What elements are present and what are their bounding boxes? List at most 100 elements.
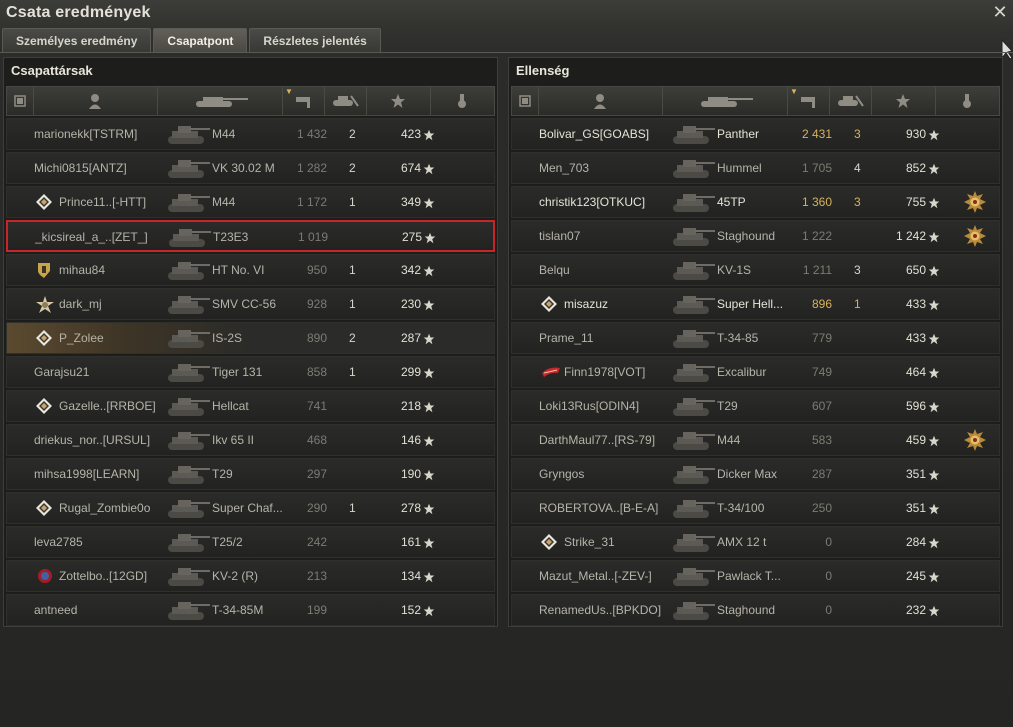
star-icon bbox=[928, 298, 940, 311]
battle-results-window: Csata eredmények ✕ Személyes eredmény Cs… bbox=[0, 0, 1013, 727]
player-row[interactable]: marionekk[TSTRM] M44 1 432 2 423 bbox=[6, 118, 495, 150]
allies-title: Csapattársak bbox=[11, 63, 93, 78]
tank-image-icon bbox=[164, 291, 212, 317]
damage-value: 146 bbox=[400, 433, 421, 447]
player-name: Michi0815[ANTZ] bbox=[34, 161, 127, 175]
xp-value: 0 bbox=[825, 603, 832, 617]
tank-image-icon bbox=[669, 597, 717, 623]
tank-image-icon bbox=[669, 563, 717, 589]
kills-value: 1 bbox=[854, 297, 861, 311]
player-row[interactable]: leva2785 T25/2 242 161 bbox=[6, 526, 495, 558]
damage-value: 230 bbox=[400, 297, 421, 311]
medal-icon[interactable] bbox=[964, 429, 986, 451]
player-name: marionekk[TSTRM] bbox=[34, 127, 138, 141]
player-name: Gryngos bbox=[539, 467, 585, 481]
player-row[interactable]: Michi0815[ANTZ] VK 30.02 M1 282 2 674 bbox=[6, 152, 495, 184]
star-icon bbox=[928, 536, 940, 549]
damage-value: 674 bbox=[400, 161, 421, 175]
kills-value bbox=[349, 595, 369, 625]
player-row[interactable]: driekus_nor..[URSUL] Ikv 65 II 468 146 bbox=[6, 424, 495, 456]
player-name: DarthMaul77..[RS-79] bbox=[539, 433, 656, 447]
xp-value: 1 282 bbox=[296, 161, 327, 175]
player-row[interactable]: Loki13Rus[ODIN4] T29 607 596 bbox=[511, 390, 1000, 422]
xp-value: 2 431 bbox=[801, 127, 832, 141]
player-name: Prame_11 bbox=[539, 331, 594, 345]
header-player-icon[interactable] bbox=[538, 87, 663, 115]
header-medal-icon[interactable] bbox=[430, 87, 495, 115]
header-damage-icon[interactable] bbox=[871, 87, 936, 115]
xp-value: 1 211 bbox=[802, 263, 832, 277]
header-player-icon[interactable] bbox=[33, 87, 158, 115]
kills-value bbox=[854, 493, 874, 523]
player-row[interactable]: Rugal_Zombie0o Super Chaf... 290 1 278 bbox=[6, 492, 495, 524]
tank-image-icon bbox=[164, 563, 212, 589]
star-icon bbox=[423, 196, 435, 209]
damage-value: 134 bbox=[400, 569, 421, 583]
player-row[interactable]: Gazelle..[RRBOE] Hellcat 741 218 bbox=[6, 390, 495, 422]
header-squad-icon[interactable] bbox=[512, 87, 539, 115]
xp-value: 290 bbox=[306, 501, 327, 515]
player-row[interactable]: mihau84 HT No. VI 950 1 342 bbox=[6, 254, 495, 286]
damage-value: 349 bbox=[400, 195, 421, 209]
player-row[interactable]: dark_mj SMV CC-56 928 1 230 bbox=[6, 288, 495, 320]
star-icon bbox=[424, 231, 436, 244]
sort-arrow-icon: ▼ bbox=[285, 87, 293, 96]
close-icon[interactable]: ✕ bbox=[991, 2, 1009, 22]
damage-value: 650 bbox=[905, 263, 926, 277]
player-row[interactable]: Finn1978[VOT] Excalibur 749 464 bbox=[511, 356, 1000, 388]
player-row[interactable]: _kicsireal_a_..[ZET_] T23E3 1 019 275 bbox=[6, 220, 495, 252]
medal-icon[interactable] bbox=[964, 225, 986, 247]
kills-value bbox=[854, 595, 874, 625]
header-xp-icon[interactable]: ▼ bbox=[282, 87, 325, 115]
player-row[interactable]: Belqu KV-1S 1 211 3 650 bbox=[511, 254, 1000, 286]
player-row[interactable]: Prince11..[-HTT] M44 1 172 1 349 bbox=[6, 186, 495, 218]
player-row[interactable]: Mazut_Metal..[-ZEV-] Pawlack T... 0 245 bbox=[511, 560, 1000, 592]
player-row[interactable]: Gryngos Dicker Max 287 351 bbox=[511, 458, 1000, 490]
damage-value: 351 bbox=[905, 467, 926, 481]
tank-image-icon bbox=[669, 121, 717, 147]
player-row[interactable]: misazuz Super Hell... 896 1 433 bbox=[511, 288, 1000, 320]
kills-value: 3 bbox=[854, 195, 861, 209]
shield-badge-icon bbox=[36, 262, 52, 278]
tab-detailed-report[interactable]: Részletes jelentés bbox=[249, 28, 381, 52]
kills-value bbox=[349, 561, 369, 591]
player-row[interactable]: DarthMaul77..[RS-79] M44 583 459 bbox=[511, 424, 1000, 456]
player-row[interactable]: RenamedUs..[BPKDO] Staghound 0 232 bbox=[511, 594, 1000, 626]
player-row[interactable]: Men_703 Hummel 1 705 4 852 bbox=[511, 152, 1000, 184]
damage-value: 433 bbox=[905, 331, 926, 345]
player-row[interactable]: tislan07 Staghound 1 222 1 242 bbox=[511, 220, 1000, 252]
header-kills-icon[interactable] bbox=[324, 87, 367, 115]
tank-image-icon bbox=[669, 359, 717, 385]
player-row[interactable]: antneed T-34-85M 199 152 bbox=[6, 594, 495, 626]
header-xp-icon[interactable]: ▼ bbox=[787, 87, 830, 115]
star-icon bbox=[423, 570, 435, 583]
header-tank-icon[interactable] bbox=[157, 87, 283, 115]
tab-personal-results[interactable]: Személyes eredmény bbox=[2, 28, 152, 52]
player-row[interactable]: Strike_31 AMX 12 t 0 284 bbox=[511, 526, 1000, 558]
header-kills-icon[interactable] bbox=[829, 87, 872, 115]
damage-value: 284 bbox=[905, 535, 926, 549]
kills-value bbox=[854, 323, 874, 353]
header-medal-icon[interactable] bbox=[935, 87, 1000, 115]
tank-image-icon bbox=[164, 529, 212, 555]
player-row[interactable]: Zottelbo..[12GD] KV-2 (R) 213 134 bbox=[6, 560, 495, 592]
header-tank-icon[interactable] bbox=[662, 87, 788, 115]
medal-icon[interactable] bbox=[964, 191, 986, 213]
tank-image-icon bbox=[164, 121, 212, 147]
tank-image-icon bbox=[164, 427, 212, 453]
header-squad-icon[interactable] bbox=[7, 87, 34, 115]
tank-image-icon bbox=[164, 257, 212, 283]
enemies-panel: Ellenség ▼ Bolivar_GS[GOABS] Panther 2 431… bbox=[508, 57, 1003, 627]
player-row[interactable]: Garajsu21 Tiger 131 858 1 299 bbox=[6, 356, 495, 388]
player-row[interactable]: Bolivar_GS[GOABS] Panther 2 431 3 930 bbox=[511, 118, 1000, 150]
header-damage-icon[interactable] bbox=[366, 87, 431, 115]
player-row[interactable]: christik123[OTKUC] 45TP 1 360 3 755 bbox=[511, 186, 1000, 218]
player-row[interactable]: mihsa1998[LEARN] T29 297 190 bbox=[6, 458, 495, 490]
xp-value: 607 bbox=[811, 399, 832, 413]
tab-team-score[interactable]: Csapatpont bbox=[153, 28, 248, 52]
damage-value: 852 bbox=[905, 161, 926, 175]
star-icon bbox=[928, 196, 940, 209]
player-row[interactable]: ROBERTOVA..[B-E-A] T-34/100 250 351 bbox=[511, 492, 1000, 524]
player-row[interactable]: P_Zolee IS-2S 890 2 287 bbox=[6, 322, 495, 354]
player-row[interactable]: Prame_11 T-34-85 779 433 bbox=[511, 322, 1000, 354]
